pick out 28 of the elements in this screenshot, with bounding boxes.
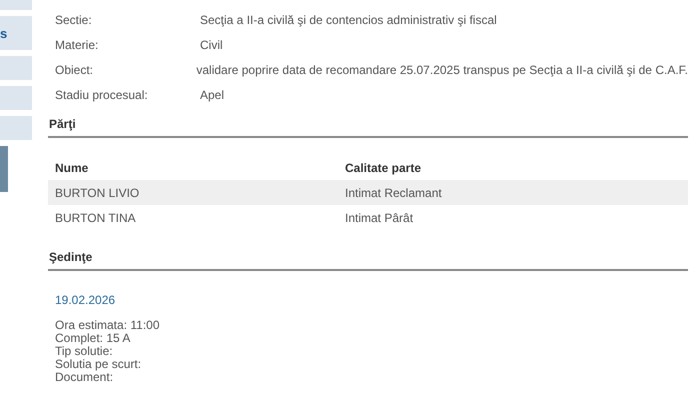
- section-heading: Părţi: [48, 111, 688, 138]
- sidebar-tab[interactable]: s: [0, 16, 32, 50]
- sidebar-tab[interactable]: [0, 116, 32, 140]
- hearing-detail: Complet: 15 A: [55, 332, 130, 345]
- field-label: Obiect:: [54, 62, 94, 76]
- field-value: Civil: [200, 38, 223, 52]
- hearing-date[interactable]: 19.02.2026: [48, 293, 688, 307]
- table-cell-text: BURTON TINA: [54, 210, 137, 224]
- section-heading: Şedinţe: [48, 244, 688, 271]
- column-header: Nume: [54, 160, 90, 174]
- field-value: validare poprire data de recomandare 25.07.2025 transpus pe Secţia a II-a civilă şi de C.A.F.: [196, 62, 688, 76]
- column-header: Calitate parte: [345, 160, 422, 174]
- photo-placeholder: [0, 146, 8, 192]
- sidebar-tab[interactable]: [0, 56, 32, 80]
- table-cell: Intimat Reclamant: [345, 186, 442, 200]
- table-cell-text: BURTON LIVIO: [54, 186, 140, 200]
- hearing-detail: Document:: [55, 371, 114, 384]
- hearing-detail: Solutia pe scurt:: [55, 358, 142, 371]
- hearing-detail: Tip solutie:: [55, 345, 113, 358]
- hearing-detail: Ora estimata: 11:00: [55, 319, 160, 332]
- field-value: Apel: [200, 88, 224, 102]
- field-label: Sectie:: [54, 12, 93, 26]
- table-cell: Intimat Pârât: [345, 210, 414, 224]
- field-label: Materie:: [54, 38, 100, 52]
- sidebar-tab[interactable]: [0, 0, 32, 10]
- field-value: Secţia a II-a civilă şi de contencios administrativ şi fiscal: [200, 12, 497, 26]
- sidebar-tab[interactable]: [0, 86, 32, 110]
- field-label: Stadiu procesual:: [54, 88, 149, 102]
